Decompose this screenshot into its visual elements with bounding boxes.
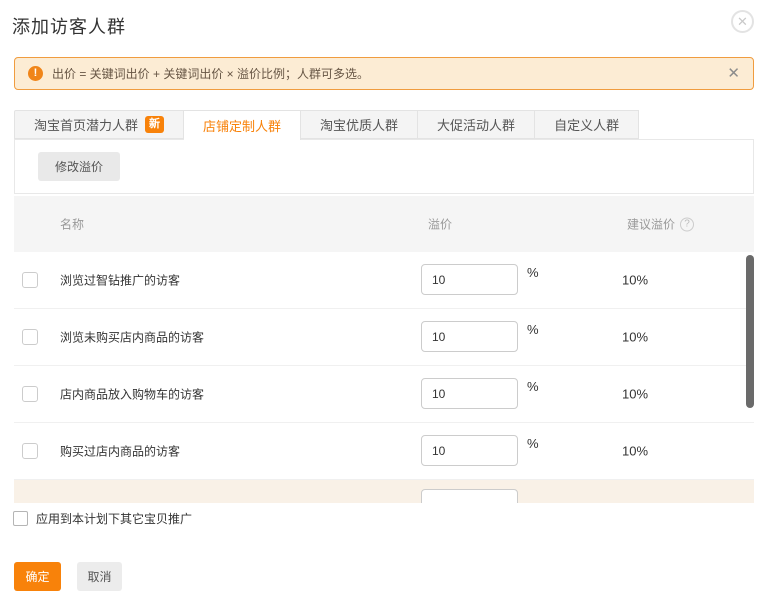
percent-sign: % [527, 379, 539, 394]
tab-label: 店铺定制人群 [203, 116, 281, 135]
tab-promo-event[interactable]: 大促活动人群 [418, 110, 535, 139]
suggested-premium-value: 10% [622, 387, 648, 402]
header-premium: 溢价 [428, 216, 452, 233]
table-body: 浏览过智钻推广的访客 % 10% 浏览未购买店内商品的访客 % 10% 店内商品… [14, 252, 754, 503]
tab-label: 大促活动人群 [437, 115, 515, 134]
dialog-close-icon[interactable]: ✕ [731, 10, 754, 33]
row-checkbox[interactable] [22, 329, 38, 345]
tab-content-panel: 修改溢价 [14, 139, 754, 194]
confirm-button[interactable]: 确定 [14, 562, 61, 591]
percent-sign: % [527, 436, 539, 451]
row-checkbox[interactable] [22, 443, 38, 459]
premium-input[interactable] [421, 435, 518, 466]
tab-label: 淘宝首页潜力人群 [34, 115, 138, 134]
tab-shop-custom[interactable]: 店铺定制人群 [184, 110, 301, 140]
table-row: 浏览未购买店内商品的访客 % 10% [14, 309, 754, 366]
suggested-premium-value: 10% [622, 444, 648, 459]
table-header: 名称 溢价 建议溢价 ? [14, 196, 754, 252]
tab-taobao-homepage-potential[interactable]: 淘宝首页潜力人群 新 [14, 110, 184, 139]
suggested-premium-value: 10% [622, 273, 648, 288]
audience-name: 店内商品放入购物车的访客 [60, 386, 204, 403]
apply-label: 应用到本计划下其它宝贝推广 [36, 510, 192, 527]
alert-text: 出价 = 关键词出价 + 关键词出价 × 溢价比例；人群可多选。 [52, 65, 369, 82]
cancel-button[interactable]: 取消 [77, 562, 122, 591]
row-checkbox[interactable] [22, 272, 38, 288]
table-row: 浏览过智钻推广的访客 % 10% [14, 252, 754, 309]
tab-label: 自定义人群 [554, 115, 619, 134]
premium-input[interactable] [421, 264, 518, 295]
premium-input-partial[interactable] [421, 489, 518, 503]
new-badge: 新 [145, 116, 164, 133]
percent-sign: % [527, 322, 539, 337]
scrollbar-thumb[interactable] [746, 255, 754, 408]
row-checkbox[interactable] [22, 386, 38, 402]
add-visitor-audience-dialog: 添加访客人群 ✕ ! 出价 = 关键词出价 + 关键词出价 × 溢价比例；人群可… [0, 0, 768, 611]
tab-custom-audience[interactable]: 自定义人群 [535, 110, 639, 139]
header-name: 名称 [60, 216, 84, 233]
header-suggested-label: 建议溢价 [627, 216, 675, 233]
page-title: 添加访客人群 [12, 13, 126, 39]
header-suggested: 建议溢价 ? [627, 216, 694, 233]
modify-premium-button[interactable]: 修改溢价 [38, 152, 120, 181]
audience-name: 浏览未购买店内商品的访客 [60, 329, 204, 346]
table-row: 购买过店内商品的访客 % 10% [14, 423, 754, 480]
help-icon[interactable]: ? [680, 217, 694, 231]
premium-input[interactable] [421, 378, 518, 409]
warning-icon: ! [28, 66, 43, 81]
tab-taobao-quality[interactable]: 淘宝优质人群 [301, 110, 418, 139]
table-row: 店内商品放入购物车的访客 % 10% [14, 366, 754, 423]
alert-close-icon[interactable]: ✕ [727, 66, 740, 81]
apply-checkbox[interactable] [13, 511, 28, 526]
audience-name: 浏览过智钻推广的访客 [60, 272, 180, 289]
audience-name: 购买过店内商品的访客 [60, 443, 180, 460]
table-row-partial [14, 480, 754, 503]
suggested-premium-value: 10% [622, 330, 648, 345]
tab-label: 淘宝优质人群 [320, 115, 398, 134]
alert-banner: ! 出价 = 关键词出价 + 关键词出价 × 溢价比例；人群可多选。 ✕ [14, 57, 754, 90]
tab-bar: 淘宝首页潜力人群 新 店铺定制人群 淘宝优质人群 大促活动人群 自定义人群 [14, 110, 639, 139]
percent-sign: % [527, 265, 539, 280]
premium-input[interactable] [421, 321, 518, 352]
apply-to-plan-row: 应用到本计划下其它宝贝推广 [13, 510, 192, 527]
